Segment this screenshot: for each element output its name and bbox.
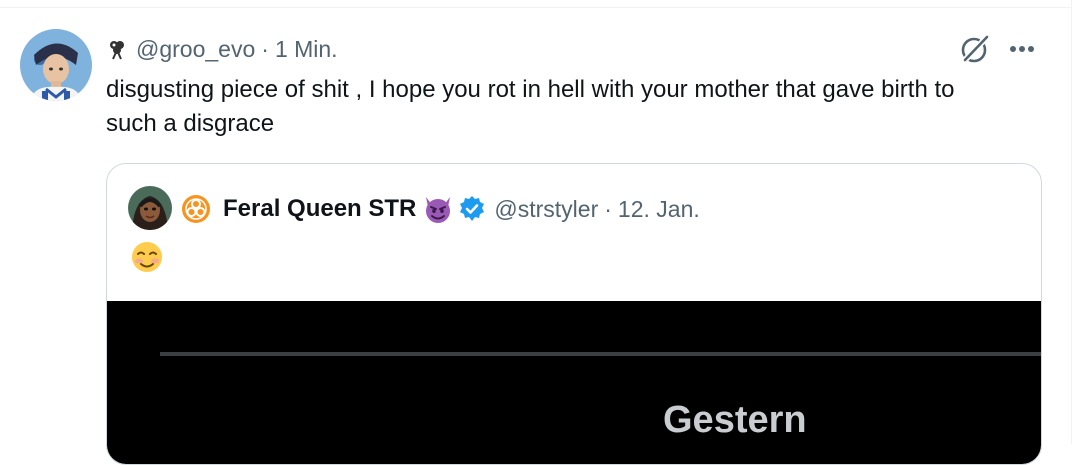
quoted-separator: · [604, 195, 612, 222]
media-text: Gestern [663, 399, 807, 441]
smiling-devil-icon [426, 197, 451, 223]
biohazard-icon [182, 195, 210, 223]
quoted-display-name[interactable]: Feral Queen STR [223, 195, 416, 223]
post-timestamp[interactable]: 1 Min. [275, 36, 338, 63]
avatar[interactable] [20, 29, 92, 101]
grok-icon[interactable] [959, 33, 991, 65]
author-handle[interactable]: @groo_evo [136, 36, 255, 63]
verified-badge-icon[interactable] [458, 195, 486, 223]
quoted-timestamp[interactable]: 12. Jan. [618, 196, 700, 223]
quoted-media[interactable]: Gestern [107, 301, 1041, 464]
media-divider [160, 352, 1041, 356]
more-horizontal-icon[interactable] [1007, 37, 1037, 61]
divider-right [1071, 0, 1072, 444]
post-header: @groo_evo · 1 Min. [106, 34, 338, 64]
quoted-post-header: Feral Queen STR @strstyler · 12. Jan. [181, 193, 700, 225]
club-flower-icon [110, 41, 124, 60]
divider-top [0, 7, 1071, 8]
quoted-avatar[interactable] [128, 186, 172, 230]
smiling-face-with-blush-icon [132, 242, 162, 272]
post-text: disgusting piece of shit , I hope you ro… [106, 76, 955, 137]
quoted-post-card[interactable]: Feral Queen STR @strstyler · 12. Jan. Ge… [106, 163, 1042, 465]
header-separator: · [261, 35, 269, 62]
quoted-handle[interactable]: @strstyler [494, 196, 598, 223]
